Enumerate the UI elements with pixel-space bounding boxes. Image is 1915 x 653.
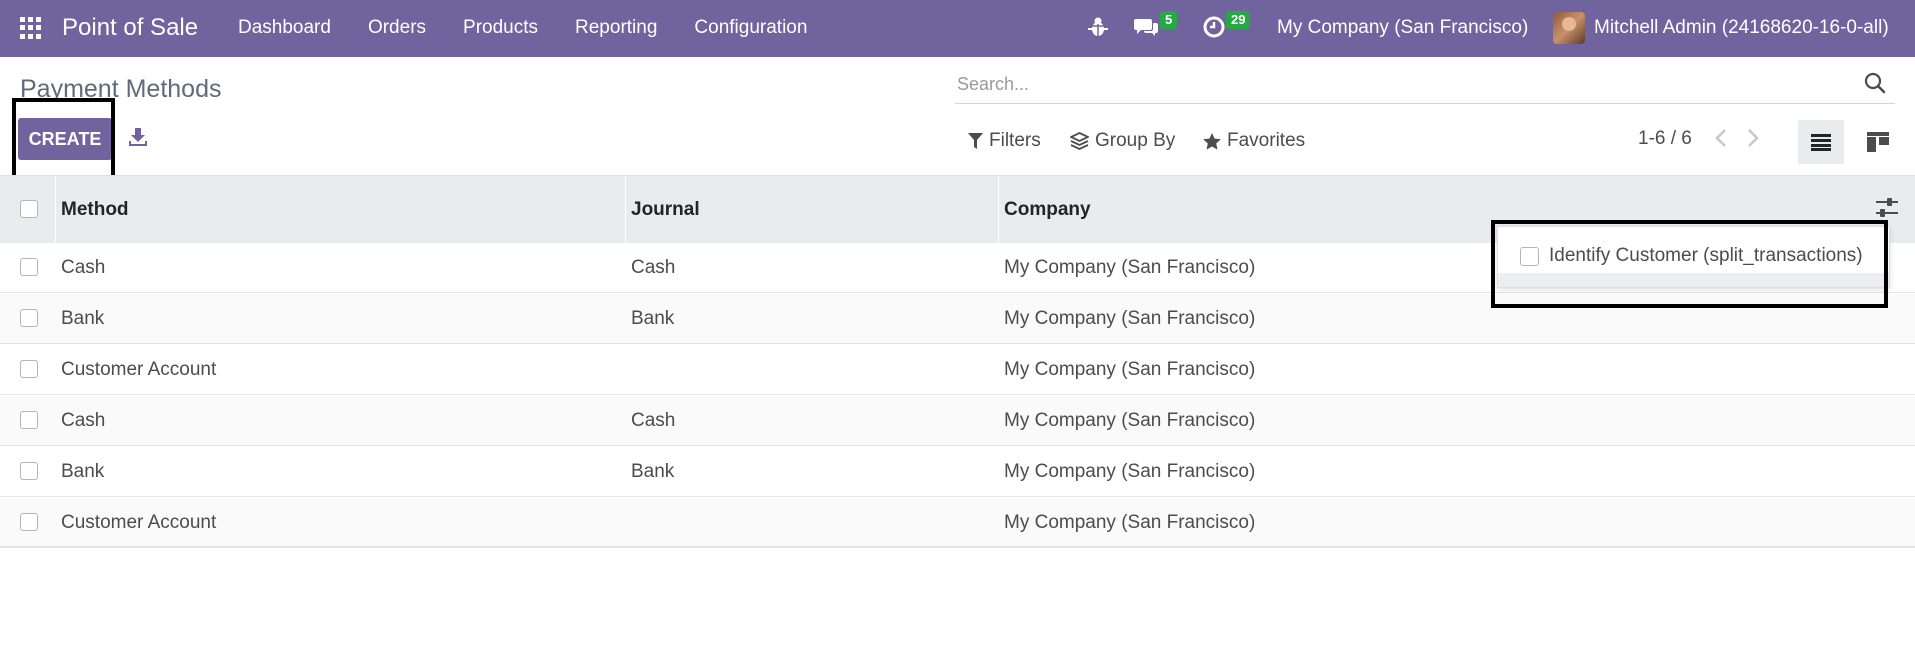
star-icon [1203, 132, 1221, 150]
download-icon[interactable] [127, 126, 149, 148]
filters-label: Filters [989, 130, 1041, 151]
row-checkbox[interactable] [20, 513, 38, 531]
table-row[interactable]: Customer Account My Company (San Francis… [0, 498, 1915, 548]
cell-method: Bank [61, 461, 105, 482]
search-bar [955, 66, 1895, 104]
list-icon [1811, 134, 1831, 151]
menu-orders[interactable]: Orders [368, 17, 426, 39]
cell-company: My Company (San Francisco) [1004, 308, 1256, 329]
cell-journal: Cash [631, 410, 676, 431]
favorites-label: Favorites [1227, 130, 1306, 151]
table-row[interactable]: Bank Bank My Company (San Francisco) [0, 447, 1915, 497]
cell-company: My Company (San Francisco) [1004, 359, 1256, 380]
table-row[interactable]: Cash Cash My Company (San Francisco) [0, 396, 1915, 446]
list-view-button[interactable] [1798, 120, 1844, 164]
column-method[interactable]: Method [61, 199, 129, 221]
menu-dashboard[interactable]: Dashboard [238, 17, 331, 39]
user-menu[interactable]: Mitchell Admin (24168620-16-0-all) [1594, 17, 1889, 39]
search-input[interactable] [957, 70, 1817, 98]
messages-badge: 5 [1160, 11, 1178, 29]
cell-company: My Company (San Francisco) [1004, 410, 1256, 431]
search-icon[interactable] [1863, 71, 1887, 95]
group-by-button[interactable]: Group By [1070, 130, 1175, 152]
menu-reporting[interactable]: Reporting [575, 17, 657, 39]
group-by-label: Group By [1095, 130, 1176, 151]
avatar[interactable] [1553, 12, 1585, 44]
chat-icon[interactable] [1134, 16, 1160, 38]
optional-columns-dropdown: Identify Customer (split_transactions) [1497, 226, 1890, 288]
activities-badge: 29 [1226, 11, 1251, 29]
page-title: Payment Methods [20, 75, 222, 103]
app-brand[interactable]: Point of Sale [62, 14, 198, 42]
column-journal[interactable]: Journal [631, 199, 700, 221]
menu-products[interactable]: Products [463, 17, 538, 39]
company-switcher[interactable]: My Company (San Francisco) [1277, 17, 1528, 39]
main-menu: Dashboard Orders Products Reporting Conf… [238, 17, 844, 39]
row-checkbox[interactable] [20, 462, 38, 480]
pager-value[interactable]: 1-6 / 6 [1638, 128, 1692, 150]
bug-icon[interactable] [1088, 16, 1108, 38]
kanban-icon [1867, 132, 1889, 152]
cell-method: Bank [61, 308, 105, 329]
row-checkbox[interactable] [20, 360, 38, 378]
dropdown-footer [1498, 273, 1889, 287]
cell-journal: Bank [631, 461, 675, 482]
filter-icon [968, 133, 983, 149]
chevron-right-icon[interactable] [1746, 128, 1760, 148]
table-row[interactable]: Customer Account My Company (San Francis… [0, 345, 1915, 395]
cell-method: Customer Account [61, 512, 217, 533]
filters-button[interactable]: Filters [968, 130, 1041, 152]
kanban-view-button[interactable] [1855, 120, 1901, 164]
menu-configuration[interactable]: Configuration [694, 17, 807, 39]
cell-company: My Company (San Francisco) [1004, 461, 1256, 482]
create-button[interactable]: CREATE [18, 118, 112, 160]
cell-journal: Cash [631, 257, 676, 278]
cell-company: My Company (San Francisco) [1004, 257, 1256, 278]
clock-icon[interactable] [1203, 16, 1225, 38]
row-checkbox[interactable] [20, 411, 38, 429]
optional-column-identify-customer[interactable]: Identify Customer (split_transactions) [1520, 245, 1863, 267]
identify-customer-label: Identify Customer (split_transactions) [1549, 245, 1863, 266]
favorites-button[interactable]: Favorites [1203, 130, 1305, 152]
table-row[interactable]: Bank Bank My Company (San Francisco) [0, 294, 1915, 344]
apps-menu-icon[interactable] [20, 17, 42, 39]
optional-columns-toggle-icon[interactable] [1874, 196, 1900, 220]
layers-icon [1070, 132, 1089, 150]
row-checkbox[interactable] [20, 309, 38, 327]
top-navbar: Point of Sale Dashboard Orders Products … [0, 0, 1915, 57]
cell-method: Customer Account [61, 359, 217, 380]
chevron-left-icon[interactable] [1714, 128, 1728, 148]
select-all-checkbox[interactable] [20, 200, 38, 218]
cell-company: My Company (San Francisco) [1004, 512, 1256, 533]
table-divider [0, 546, 1915, 547]
identify-customer-checkbox[interactable] [1520, 246, 1539, 266]
cell-method: Cash [61, 410, 106, 431]
cell-method: Cash [61, 257, 106, 278]
cell-journal: Bank [631, 308, 675, 329]
row-checkbox[interactable] [20, 258, 38, 276]
column-company[interactable]: Company [1004, 199, 1091, 221]
